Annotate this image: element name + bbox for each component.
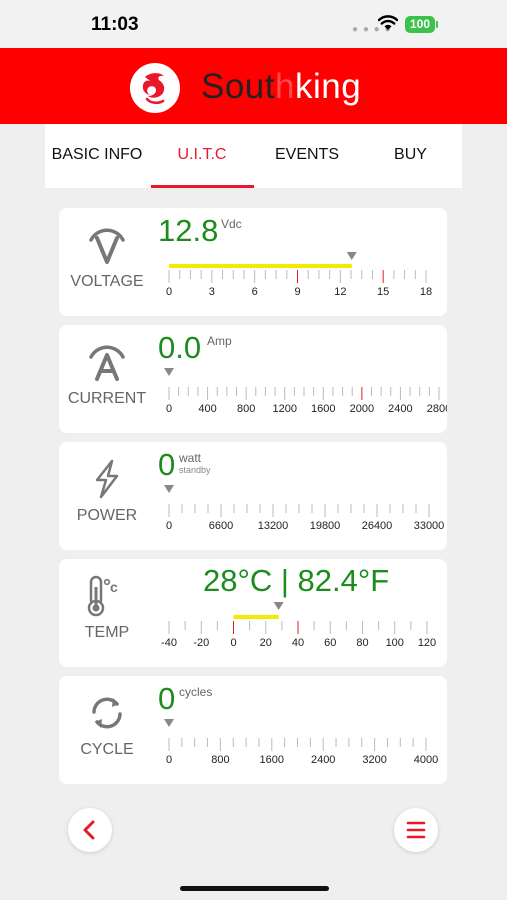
active-tab-indicator: [151, 185, 254, 188]
gauge-tick-label: 40: [292, 637, 304, 649]
back-button[interactable]: [68, 808, 112, 852]
gauge-tick-label: 6: [252, 286, 258, 298]
brand-name-part-c: king: [294, 67, 362, 106]
tab-buy[interactable]: BUY: [359, 124, 462, 188]
gauge-marker: [164, 485, 174, 493]
power-card: POWER 0 watt standby 0 6600 13200 19800 2640…: [59, 442, 447, 550]
gauge-tick-label: 6600: [209, 520, 233, 532]
gauge-tick-label: 0: [230, 637, 236, 649]
gauge-tick-label: -20: [193, 637, 209, 649]
gauge-tick-label: -40: [161, 637, 177, 649]
gauge-tick-label: 3200: [362, 754, 386, 766]
gauge-tick-label: 0: [166, 754, 172, 766]
wifi-icon: [378, 15, 398, 30]
gauge-tick-label: 60: [324, 637, 336, 649]
temp-card: c TEMP 28°C | 82.4°F -40 -20 0 20 40 60 80 100 1…: [59, 559, 447, 667]
gauge-marker: [346, 252, 357, 260]
brand-name-part-a: Sout: [201, 67, 275, 106]
gauge-tick-label: 2400: [311, 754, 335, 766]
menu-icon: [406, 821, 426, 839]
temp-gauge: -40 -20 0 20 40 60 80 100 120: [161, 602, 436, 649]
chevron-left-icon: [83, 820, 95, 840]
gauge-tick-label: 20: [260, 637, 272, 649]
gauge-tick-label: 3: [209, 286, 215, 298]
current-card: CURRENT 0.0 Amp 0 400 800 1200 1600 2000 2400 2…: [59, 325, 447, 433]
gauge-tick-label: 19800: [310, 520, 341, 532]
gauge-fill-bar: [169, 264, 352, 268]
status-time: 11:03: [91, 14, 139, 35]
home-indicator: [180, 886, 329, 891]
gauge-tick-label: 80: [356, 637, 368, 649]
gauge-fill-bar: [233, 615, 279, 619]
status-bar: 11:03 ● ● ● ● 100: [0, 0, 507, 48]
voltage-card: VOLTAGE 12.8 Vdc 0 3 6 9 12 15 18: [59, 208, 447, 316]
gauge-tick-label: 13200: [258, 520, 289, 532]
tab-events[interactable]: EVENTS: [255, 124, 359, 188]
gauge-tick-label: 33000: [414, 520, 445, 532]
gauge-tick-label: 2400: [388, 403, 412, 415]
tab-bar: BASIC INFO U.I.T.C EVENTS BUY: [45, 124, 462, 188]
battery-icon: 100: [405, 16, 435, 33]
tab-uitc[interactable]: U.I.T.C: [149, 124, 255, 188]
gauge-tick-label: 1600: [260, 754, 284, 766]
gauge-tick-label: 800: [237, 403, 255, 415]
gauge-tick-label: 100: [386, 637, 404, 649]
gauge-tick-label: 400: [198, 403, 216, 415]
gauge-tick-label: 0: [166, 286, 172, 298]
gauge-tick-label: 15: [377, 286, 389, 298]
current-gauge: 0 400 800 1200 1600 2000 2400 2800: [164, 368, 447, 415]
tab-basic-info[interactable]: BASIC INFO: [45, 124, 149, 188]
gauge-tick-label: 4000: [414, 754, 438, 766]
gauge-tick-label: 0: [166, 403, 172, 415]
dragon-logo-icon: [130, 63, 180, 113]
brand-name-part-b: h: [275, 67, 295, 106]
gauge-tick-label: 18: [420, 286, 432, 298]
gauge-marker: [273, 602, 284, 610]
gauge-tick-label: 1200: [272, 403, 296, 415]
gauge-marker: [164, 368, 174, 376]
gauge-marker: [164, 719, 174, 727]
gauge-tick-label: 800: [211, 754, 229, 766]
cycle-gauge: 0 800 1600 2400 3200 4000: [164, 719, 438, 766]
gauge-tick-label: 12: [334, 286, 346, 298]
gauge-tick-label: 120: [418, 637, 436, 649]
power-gauge: 0 6600 13200 19800 26400 33000: [164, 485, 445, 532]
gauge-tick-label: 1600: [311, 403, 335, 415]
battery-tip: [436, 21, 438, 28]
gauge-tick-label: 0: [166, 520, 172, 532]
gauge-tick-label: 9: [294, 286, 300, 298]
menu-button[interactable]: [394, 808, 438, 852]
voltage-gauge: 0 3 6 9 12 15 18: [166, 252, 432, 298]
cycle-card: CYCLE 0 cycles 0 800 1600 2400 3200 4000: [59, 676, 447, 784]
brand-name: Southking: [201, 67, 361, 107]
gauge-tick-label: 2800: [427, 403, 447, 415]
gauge-tick-label: 2000: [350, 403, 374, 415]
gauge-tick-label: 26400: [362, 520, 393, 532]
